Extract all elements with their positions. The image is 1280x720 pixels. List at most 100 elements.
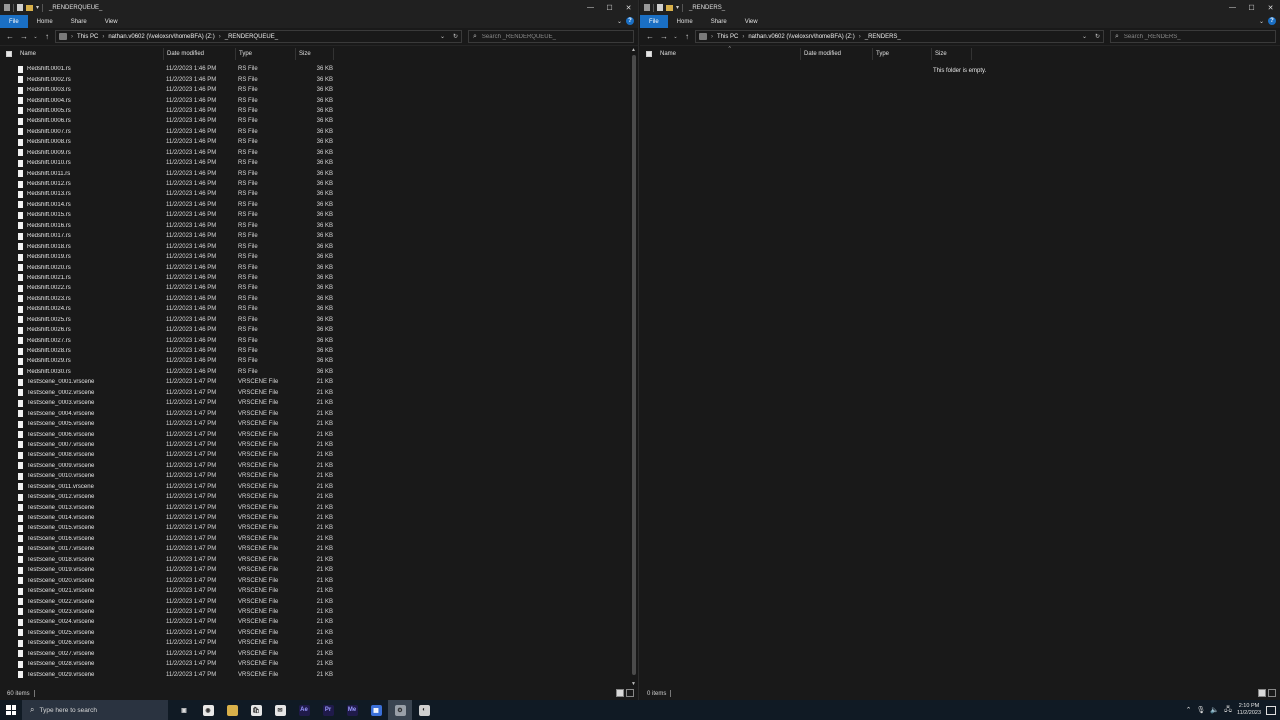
search-input[interactable] xyxy=(481,33,622,40)
chevron-right-icon[interactable]: › xyxy=(742,34,744,40)
microphone-icon[interactable]: 🎙 xyxy=(1197,706,1206,714)
address-dropdown-icon[interactable]: ⌄ xyxy=(440,33,445,40)
file-row[interactable]: Redshift.0004.rs 11/2/2023 1:46 PM RS File… xyxy=(0,95,638,105)
taskbar-after-effects[interactable]: Ae xyxy=(292,700,316,720)
file-row[interactable]: TestScene_0018.vrscene 11/2/2023 1:47 PM V… xyxy=(0,555,638,565)
file-row[interactable]: Redshift.0030.rs 11/2/2023 1:46 PM RS File… xyxy=(0,367,638,377)
forward-button[interactable]: → xyxy=(18,31,30,43)
file-row[interactable]: Redshift.0016.rs 11/2/2023 1:46 PM RS File… xyxy=(0,221,638,231)
chevron-up-icon[interactable]: ⌃ xyxy=(1186,706,1192,714)
file-row[interactable]: Redshift.0029.rs 11/2/2023 1:46 PM RS File… xyxy=(0,356,638,366)
clock[interactable]: 2:10 PM 11/2/2023 xyxy=(1237,703,1261,717)
notification-icon[interactable] xyxy=(1266,705,1276,715)
file-row[interactable]: Redshift.0010.rs 11/2/2023 1:46 PM RS File… xyxy=(0,158,638,168)
column-type[interactable]: Type xyxy=(236,48,296,60)
refresh-icon[interactable]: ↻ xyxy=(453,33,458,40)
file-row[interactable]: Redshift.0022.rs 11/2/2023 1:46 PM RS File… xyxy=(0,283,638,293)
taskbar-media-encoder[interactable]: Me xyxy=(340,700,364,720)
maximize-button[interactable]: ☐ xyxy=(1242,0,1261,15)
file-row[interactable]: TestScene_0004.vrscene 11/2/2023 1:47 PM V… xyxy=(0,408,638,418)
volume-icon[interactable]: 🔈 xyxy=(1210,706,1219,714)
file-row[interactable]: Redshift.0019.rs 11/2/2023 1:46 PM RS File… xyxy=(0,252,638,262)
file-row[interactable]: TestScene_0005.vrscene 11/2/2023 1:47 PM V… xyxy=(0,419,638,429)
large-icons-view-icon[interactable] xyxy=(626,689,634,697)
properties-icon[interactable] xyxy=(17,4,23,11)
file-row[interactable]: TestScene_0016.vrscene 11/2/2023 1:47 PM V… xyxy=(0,534,638,544)
file-row[interactable]: TestScene_0024.vrscene 11/2/2023 1:47 PM V… xyxy=(0,617,638,627)
taskbar-search[interactable]: ⌕ Type here to search xyxy=(22,700,168,720)
tab-home[interactable]: Home xyxy=(28,15,62,28)
file-row[interactable]: TestScene_0022.vrscene 11/2/2023 1:47 PM V… xyxy=(0,596,638,606)
title-bar[interactable]: ▾ _RENDERQUEUE_ — ☐ ✕ xyxy=(0,0,638,15)
file-row[interactable]: TestScene_0013.vrscene 11/2/2023 1:47 PM V… xyxy=(0,502,638,512)
file-row[interactable]: Redshift.0014.rs 11/2/2023 1:46 PM RS File… xyxy=(0,200,638,210)
file-row[interactable]: TestScene_0025.vrscene 11/2/2023 1:47 PM V… xyxy=(0,628,638,638)
file-row[interactable]: Redshift.0026.rs 11/2/2023 1:46 PM RS File… xyxy=(0,325,638,335)
file-row[interactable]: TestScene_0029.vrscene 11/2/2023 1:47 PM V… xyxy=(0,669,638,679)
file-row[interactable]: Redshift.0027.rs 11/2/2023 1:46 PM RS File… xyxy=(0,335,638,345)
search-input[interactable] xyxy=(1123,33,1264,40)
file-row[interactable]: TestScene_0002.vrscene 11/2/2023 1:47 PM V… xyxy=(0,388,638,398)
column-date-modified[interactable]: Date modified xyxy=(801,48,873,60)
tab-file[interactable]: File xyxy=(640,15,668,28)
file-row[interactable]: TestScene_0017.vrscene 11/2/2023 1:47 PM V… xyxy=(0,544,638,554)
file-row[interactable]: Redshift.0008.rs 11/2/2023 1:46 PM RS File… xyxy=(0,137,638,147)
file-row[interactable]: Redshift.0024.rs 11/2/2023 1:46 PM RS File… xyxy=(0,304,638,314)
file-row[interactable]: Redshift.0013.rs 11/2/2023 1:46 PM RS File… xyxy=(0,189,638,199)
taskbar-steam[interactable]: ◐ xyxy=(412,700,436,720)
breadcrumb-drive[interactable]: nathan.v0602 (\\veloxsrv\homeBFA) (Z:) xyxy=(748,34,854,40)
file-row[interactable]: TestScene_0015.vrscene 11/2/2023 1:47 PM V… xyxy=(0,523,638,533)
file-row[interactable]: TestScene_0014.vrscene 11/2/2023 1:47 PM V… xyxy=(0,513,638,523)
file-row[interactable]: TestScene_0021.vrscene 11/2/2023 1:47 PM V… xyxy=(0,586,638,596)
taskbar-app[interactable]: ▦ xyxy=(364,700,388,720)
scroll-up-icon[interactable]: ▲ xyxy=(631,47,636,53)
column-name[interactable]: Name ^ xyxy=(657,46,801,60)
column-date-modified[interactable]: Date modified xyxy=(164,48,236,60)
chevron-right-icon[interactable]: › xyxy=(859,34,861,40)
start-button[interactable] xyxy=(0,700,22,720)
search-box[interactable]: ⌕ xyxy=(1110,30,1276,43)
chevron-right-icon[interactable]: › xyxy=(71,34,73,40)
new-folder-icon[interactable] xyxy=(666,4,673,11)
new-folder-icon[interactable] xyxy=(26,4,33,11)
file-row[interactable]: Redshift.0017.rs 11/2/2023 1:46 PM RS File… xyxy=(0,231,638,241)
customize-toolbar-icon[interactable]: ▾ xyxy=(36,4,39,11)
file-row[interactable]: Redshift.0001.rs 11/2/2023 1:46 PM RS File… xyxy=(0,64,638,74)
back-button[interactable]: ← xyxy=(4,31,16,43)
title-bar[interactable]: ▾ _RENDERS_ — ☐ ✕ xyxy=(640,0,1280,15)
taskbar-premiere[interactable]: Pr xyxy=(316,700,340,720)
file-row[interactable]: Redshift.0006.rs 11/2/2023 1:46 PM RS File… xyxy=(0,116,638,126)
expand-ribbon-icon[interactable]: ⌄ xyxy=(1259,18,1264,25)
file-row[interactable]: Redshift.0025.rs 11/2/2023 1:46 PM RS File… xyxy=(0,315,638,325)
tab-home[interactable]: Home xyxy=(668,15,702,28)
column-name[interactable]: Name xyxy=(17,48,164,60)
close-button[interactable]: ✕ xyxy=(1261,0,1280,15)
file-row[interactable]: Redshift.0020.rs 11/2/2023 1:46 PM RS File… xyxy=(0,262,638,272)
scrollbar-thumb[interactable] xyxy=(632,55,636,675)
back-button[interactable]: ← xyxy=(644,31,656,43)
file-row[interactable]: TestScene_0019.vrscene 11/2/2023 1:47 PM V… xyxy=(0,565,638,575)
file-row[interactable]: TestScene_0026.vrscene 11/2/2023 1:47 PM V… xyxy=(0,638,638,648)
column-type[interactable]: Type xyxy=(873,48,932,60)
file-row[interactable]: Redshift.0021.rs 11/2/2023 1:46 PM RS File… xyxy=(0,273,638,283)
recent-locations-icon[interactable]: ⌄ xyxy=(32,31,39,43)
taskbar-app-active[interactable]: ⚙ xyxy=(388,700,412,720)
forward-button[interactable]: → xyxy=(658,31,670,43)
file-row[interactable]: TestScene_0003.vrscene 11/2/2023 1:47 PM V… xyxy=(0,398,638,408)
breadcrumb-drive[interactable]: nathan.v0602 (\\veloxsrv\homeBFA) (Z:) xyxy=(108,34,214,40)
file-row[interactable]: Redshift.0023.rs 11/2/2023 1:46 PM RS File… xyxy=(0,294,638,304)
file-row[interactable]: TestScene_0012.vrscene 11/2/2023 1:47 PM V… xyxy=(0,492,638,502)
help-icon[interactable]: ? xyxy=(1268,17,1276,25)
large-icons-view-icon[interactable] xyxy=(1268,689,1276,697)
breadcrumb-folder[interactable]: _RENDERS_ xyxy=(865,34,901,40)
file-row[interactable]: TestScene_0009.vrscene 11/2/2023 1:47 PM V… xyxy=(0,461,638,471)
select-all-checkbox[interactable] xyxy=(646,51,652,57)
breadcrumb-folder[interactable]: _RENDERQUEUE_ xyxy=(225,34,278,40)
file-row[interactable]: Redshift.0002.rs 11/2/2023 1:46 PM RS File… xyxy=(0,74,638,84)
chevron-right-icon[interactable]: › xyxy=(711,34,713,40)
properties-icon[interactable] xyxy=(657,4,663,11)
tab-view[interactable]: View xyxy=(736,15,767,28)
taskbar-chrome[interactable]: ◉ xyxy=(196,700,220,720)
address-bar[interactable]: › This PC › nathan.v0602 (\\veloxsrv\hom… xyxy=(695,30,1104,43)
maximize-button[interactable]: ☐ xyxy=(600,0,619,15)
